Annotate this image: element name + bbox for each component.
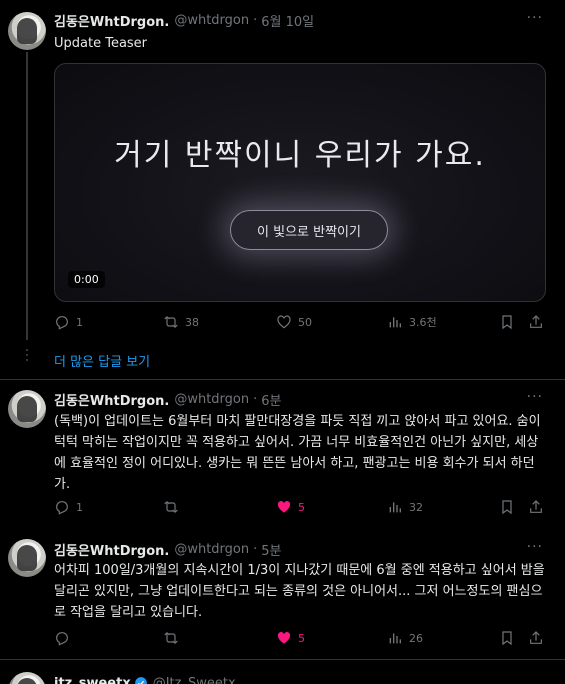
action-bar: 5 26 — [54, 630, 546, 650]
tweet[interactable]: 김동은WhtDrgon. @whtdrgon · 6월 10일 ··· Upda… — [0, 0, 565, 345]
separator-dot: · — [253, 12, 258, 28]
like-button[interactable]: 50 — [276, 314, 312, 330]
share-icon — [530, 500, 542, 513]
more-icon[interactable]: ··· — [527, 10, 543, 26]
timestamp[interactable]: 6월 10일 — [261, 11, 314, 30]
action-bar: 1 5 32 — [54, 499, 546, 519]
separator-dot: · — [253, 541, 258, 557]
views-button[interactable]: 32 — [387, 499, 423, 515]
reply-count: 1 — [76, 500, 83, 514]
bookmark-button[interactable] — [499, 314, 521, 330]
views-count: 26 — [409, 631, 423, 645]
retweet-button[interactable]: 38 — [163, 314, 199, 330]
like-button[interactable]: 5 — [276, 499, 305, 515]
handle[interactable]: @whtdrgon — [174, 542, 249, 557]
like-icon — [277, 632, 291, 644]
display-name[interactable]: 김동은WhtDrgon. — [54, 540, 169, 559]
retweet-icon — [164, 501, 178, 513]
retweet-button[interactable] — [163, 630, 185, 646]
timestamp[interactable]: 5분 — [261, 540, 281, 559]
tweet-header: 김동은WhtDrgon. @whtdrgon · 6월 10일 — [54, 11, 314, 30]
action-bar: 1 38 50 3.6천 — [54, 314, 546, 334]
tweet-header: itz_sweetx @Itz_Sweetx — [54, 674, 236, 684]
share-button[interactable] — [528, 630, 550, 646]
share-icon — [530, 315, 542, 328]
thread-dots — [26, 349, 28, 364]
video-glow-button: 이 빛으로 반짝이기 — [230, 210, 388, 250]
avatar[interactable] — [8, 672, 46, 684]
like-button[interactable]: 5 — [276, 630, 305, 646]
reply-button[interactable]: 1 — [54, 499, 83, 515]
reply-button[interactable] — [54, 630, 76, 646]
reply-icon — [56, 501, 68, 515]
views-button[interactable]: 3.6천 — [387, 314, 437, 330]
tweet-header: 김동은WhtDrgon. @whtdrgon · 6분 — [54, 390, 282, 409]
like-count: 50 — [298, 315, 312, 329]
display-name[interactable]: 김동은WhtDrgon. — [54, 11, 169, 30]
like-count: 5 — [298, 500, 305, 514]
tweet-header: 김동은WhtDrgon. @whtdrgon · 5분 — [54, 540, 282, 559]
video-player[interactable]: 거기 반짝이니 우리가 가요. 이 빛으로 반짝이기 0:00 — [54, 63, 546, 302]
reply-button[interactable]: 1 — [54, 314, 83, 330]
like-count: 5 — [298, 631, 305, 645]
bookmark-icon — [502, 631, 512, 646]
bookmark-button[interactable] — [499, 499, 521, 515]
like-icon — [277, 501, 291, 513]
video-headline: 거기 반짝이니 우리가 가요. — [114, 138, 486, 173]
timestamp[interactable]: 6분 — [261, 390, 281, 409]
views-button[interactable]: 26 — [387, 630, 423, 646]
avatar[interactable] — [8, 12, 46, 50]
avatar[interactable] — [8, 539, 46, 577]
reply-count: 1 — [76, 315, 83, 329]
video-duration: 0:00 — [68, 271, 105, 288]
views-icon — [389, 633, 401, 644]
views-count: 32 — [409, 500, 423, 514]
reply-icon — [56, 316, 68, 330]
tweet-text: (독백)이 업데이트는 6월부터 마치 팔만대장경을 파듯 직접 끼고 앉아서 … — [54, 414, 541, 492]
tweet[interactable]: itz_sweetx @Itz_Sweetx — [0, 660, 565, 684]
more-icon[interactable]: ··· — [527, 539, 543, 555]
show-more-replies-link[interactable]: 더 많은 답글 보기 — [54, 351, 150, 370]
separator-dot: · — [253, 391, 258, 407]
share-icon — [530, 631, 542, 644]
handle[interactable]: @Itz_Sweetx — [153, 676, 236, 684]
tweet[interactable]: 김동은WhtDrgon. @whtdrgon · 6분 ··· (독백)이 업데… — [0, 380, 565, 525]
retweet-count: 38 — [185, 315, 199, 329]
retweet-icon — [164, 632, 178, 644]
bookmark-icon — [502, 315, 512, 330]
tweet-text: Update Teaser — [54, 36, 148, 51]
more-icon[interactable]: ··· — [527, 389, 543, 405]
reply-icon — [56, 632, 68, 646]
share-button[interactable] — [528, 314, 550, 330]
bookmark-button[interactable] — [499, 630, 521, 646]
views-count: 3.6천 — [409, 316, 437, 329]
views-icon — [389, 502, 401, 513]
tweet-text: 어차피 100일/3개월의 지속시간이 1/3이 지나갔기 때문에 6월 중엔 … — [54, 563, 545, 620]
avatar[interactable] — [8, 390, 46, 428]
handle[interactable]: @whtdrgon — [174, 13, 249, 28]
retweet-button[interactable] — [163, 499, 185, 515]
views-icon — [389, 317, 401, 328]
verified-icon — [134, 677, 147, 684]
share-button[interactable] — [528, 499, 550, 515]
handle[interactable]: @whtdrgon — [174, 392, 249, 407]
retweet-icon — [164, 316, 178, 328]
bookmark-icon — [502, 500, 512, 515]
tweet[interactable]: 김동은WhtDrgon. @whtdrgon · 5분 ··· 어차피 100일… — [0, 529, 565, 654]
display-name[interactable]: itz_sweetx — [54, 676, 131, 684]
display-name[interactable]: 김동은WhtDrgon. — [54, 390, 169, 409]
like-icon — [277, 315, 291, 329]
